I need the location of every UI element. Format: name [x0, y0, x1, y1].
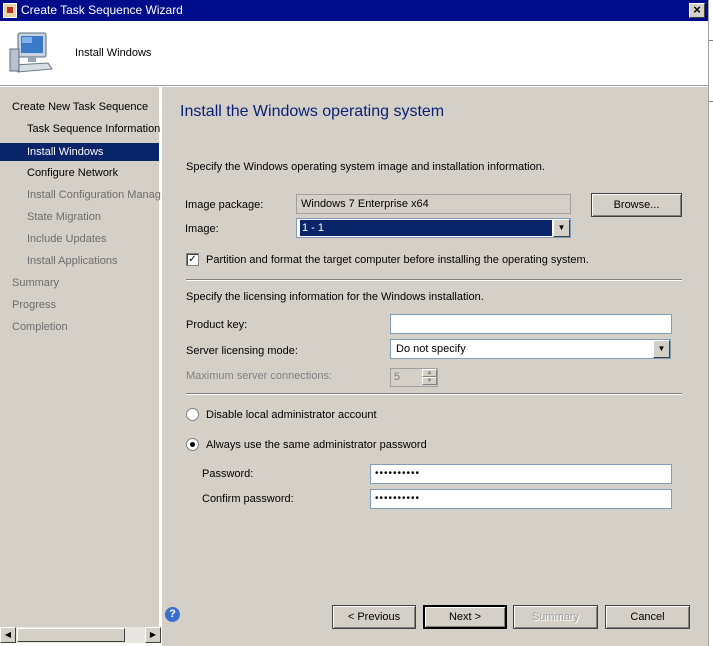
max-connections-value: 5: [394, 371, 401, 383]
same-password-radio[interactable]: [186, 438, 199, 451]
help-icon[interactable]: ?: [165, 607, 180, 622]
nav-item-install-windows[interactable]: Install Windows: [0, 143, 159, 161]
image-package-field: Windows 7 Enterprise x64: [296, 194, 571, 214]
separator: [186, 393, 682, 395]
partition-checkbox[interactable]: ✓: [186, 253, 199, 266]
product-key-label: Product key:: [186, 319, 248, 331]
password-input[interactable]: ••••••••••: [370, 464, 672, 484]
nav-item-install-configuration-manager[interactable]: Install Configuration Manag: [27, 186, 161, 204]
same-password-label: Always use the same administrator passwo…: [206, 439, 427, 451]
nav-item-include-updates[interactable]: Include Updates: [27, 230, 107, 248]
nav-item-state-migration[interactable]: State Migration: [27, 208, 101, 226]
scroll-right-arrow-icon[interactable]: ▶: [145, 627, 161, 643]
wizard-header: Install Windows: [0, 21, 708, 86]
summary-button: Summary: [513, 605, 598, 629]
max-connections-label: Maximum server connections:: [186, 370, 333, 382]
scroll-left-arrow-icon[interactable]: ◀: [0, 627, 16, 643]
max-connections-spinner: 5 ▲ ▼: [390, 368, 438, 387]
confirm-password-input[interactable]: ••••••••••: [370, 489, 672, 509]
wizard-app-icon: [3, 3, 17, 18]
password-label: Password:: [202, 468, 254, 480]
nav-item-task-sequence-information[interactable]: Task Sequence Information: [27, 120, 160, 138]
disable-admin-label: Disable local administrator account: [206, 409, 377, 421]
page-heading: Install the Windows operating system: [180, 103, 445, 120]
product-key-input[interactable]: [390, 314, 672, 334]
image-package-label: Image package:: [185, 199, 264, 211]
server-licensing-value: Do not specify: [396, 343, 466, 355]
wizard-content: Install the Windows operating system Spe…: [162, 87, 708, 646]
partition-label: Partition and format the target computer…: [206, 254, 589, 266]
server-licensing-label: Server licensing mode:: [186, 345, 298, 357]
window-edge: [708, 0, 713, 646]
nav-item-summary[interactable]: Summary: [12, 274, 59, 292]
spinner-buttons: ▲ ▼: [422, 369, 437, 386]
nav-item-completion[interactable]: Completion: [12, 318, 68, 336]
separator: [186, 279, 682, 281]
nav-horizontal-scrollbar[interactable]: ◀ ▶: [0, 627, 161, 643]
next-button[interactable]: Next >: [423, 605, 507, 629]
cancel-button[interactable]: Cancel: [605, 605, 690, 629]
nav-item-configure-network[interactable]: Configure Network: [27, 164, 118, 182]
nav-item-progress[interactable]: Progress: [12, 296, 56, 314]
browse-button[interactable]: Browse...: [591, 193, 682, 217]
spin-down-icon: ▼: [422, 377, 437, 385]
licensing-intro-text: Specify the licensing information for th…: [186, 291, 484, 303]
previous-button[interactable]: < Previous: [332, 605, 416, 629]
server-licensing-select[interactable]: Do not specify ▼: [390, 339, 671, 359]
window-title: Create Task Sequence Wizard: [21, 3, 183, 17]
step-title: Install Windows: [75, 47, 152, 59]
chevron-down-icon[interactable]: ▼: [553, 219, 570, 237]
wizard-nav: Create New Task Sequence Task Sequence I…: [0, 87, 161, 627]
title-bar[interactable]: Create Task Sequence Wizard ×: [0, 0, 708, 21]
image-select-value: 1 - 1: [300, 220, 552, 236]
close-button[interactable]: ×: [689, 3, 705, 18]
computer-icon: [9, 32, 53, 73]
chevron-down-icon[interactable]: ▼: [653, 340, 670, 358]
scroll-thumb[interactable]: [17, 628, 125, 642]
confirm-password-label: Confirm password:: [202, 493, 294, 505]
image-select[interactable]: 1 - 1 ▼: [296, 218, 571, 238]
wizard-window: Create Task Sequence Wizard × Install Wi…: [0, 0, 713, 646]
nav-item-create-new-task-sequence[interactable]: Create New Task Sequence: [12, 98, 148, 116]
image-label: Image:: [185, 223, 219, 235]
disable-admin-radio[interactable]: [186, 408, 199, 421]
nav-item-install-applications[interactable]: Install Applications: [27, 252, 118, 270]
intro-text: Specify the Windows operating system ima…: [186, 161, 545, 173]
spin-up-icon: ▲: [422, 369, 437, 377]
